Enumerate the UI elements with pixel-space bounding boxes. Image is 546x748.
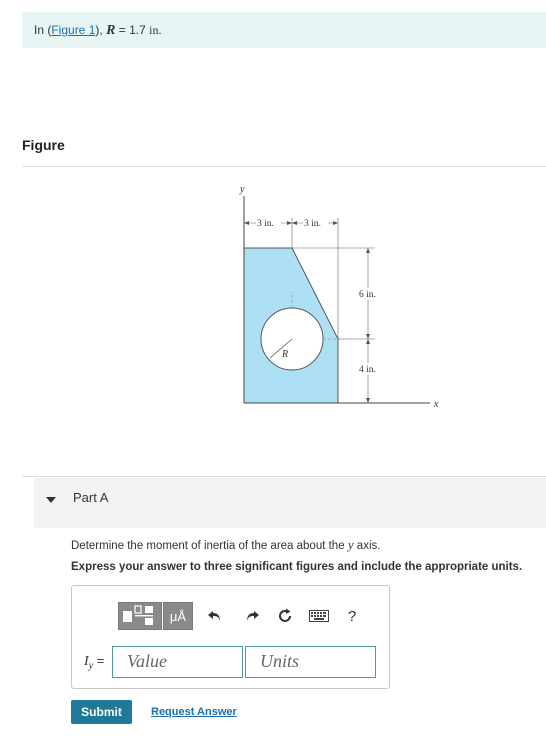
request-answer-link[interactable]: Request Answer — [151, 706, 237, 718]
dimension-label-top-left: 3 in. — [257, 219, 274, 229]
part-a-header[interactable]: Part A — [34, 478, 546, 528]
undo-icon — [208, 611, 220, 621]
figure-heading: Figure — [22, 137, 65, 153]
answer-box: μÅ ? Iy = Value Units — [71, 585, 390, 689]
question-prefix: Determine the moment of inertia of the a… — [71, 540, 345, 552]
instruction-text: Express your answer to three significant… — [71, 561, 523, 573]
divider — [22, 166, 546, 167]
y-axis-label: y — [239, 184, 245, 195]
value-input[interactable]: Value — [112, 646, 243, 678]
template-icon — [123, 605, 153, 625]
arrowhead — [333, 221, 338, 225]
collapse-caret-icon[interactable] — [46, 497, 56, 503]
part-a-title: Part A — [73, 490, 109, 505]
arrowhead — [244, 221, 249, 225]
help-button[interactable]: ? — [342, 606, 362, 626]
problem-suffix: ), — [95, 23, 103, 37]
keyboard-icon — [309, 610, 329, 622]
units-icon: μÅ — [169, 608, 187, 624]
dimension-label-top-right: 3 in. — [304, 219, 321, 229]
radius-value: = 1.7 — [118, 23, 146, 37]
submit-button[interactable]: Submit — [71, 700, 132, 724]
keyboard-button[interactable] — [308, 606, 330, 626]
radius-label: R — [281, 349, 288, 360]
figure-diagram: y x 3 in. 3 in. 6 in. 4 in. R — [239, 184, 439, 410]
units-button[interactable]: μÅ — [163, 602, 193, 630]
template-button[interactable] — [118, 602, 162, 630]
problem-prefix: In ( — [34, 23, 52, 37]
radius-unit: in. — [149, 23, 162, 37]
arrowhead — [366, 339, 370, 344]
divider — [22, 476, 546, 477]
reset-button[interactable] — [275, 606, 295, 626]
reset-icon — [279, 608, 291, 622]
redo-button[interactable] — [242, 606, 262, 626]
arrowhead — [287, 221, 292, 225]
arrowhead — [292, 221, 297, 225]
arrowhead — [366, 248, 370, 253]
question-suffix: axis. — [356, 540, 381, 552]
redo-icon — [247, 611, 259, 621]
dimension-label-right-upper: 6 in. — [359, 290, 376, 300]
answer-label-subscript: y — [88, 660, 94, 672]
arrowhead — [366, 398, 370, 403]
arrowhead — [366, 334, 370, 339]
x-axis-label: x — [433, 399, 439, 410]
units-input[interactable]: Units — [245, 646, 376, 678]
help-icon: ? — [347, 607, 357, 625]
question-text: Determine the moment of inertia of the a… — [71, 537, 380, 553]
dimension-label-right-lower: 4 in. — [359, 365, 376, 375]
answer-label-equals: = — [96, 653, 105, 668]
question-variable: y — [347, 537, 354, 552]
figure-link[interactable]: Figure 1 — [51, 23, 95, 37]
problem-statement: In (Figure 1), R = 1.7 in. — [22, 12, 546, 48]
answer-label: Iy = — [84, 653, 104, 672]
radius-variable: R — [106, 23, 116, 38]
undo-button[interactable] — [205, 606, 225, 626]
